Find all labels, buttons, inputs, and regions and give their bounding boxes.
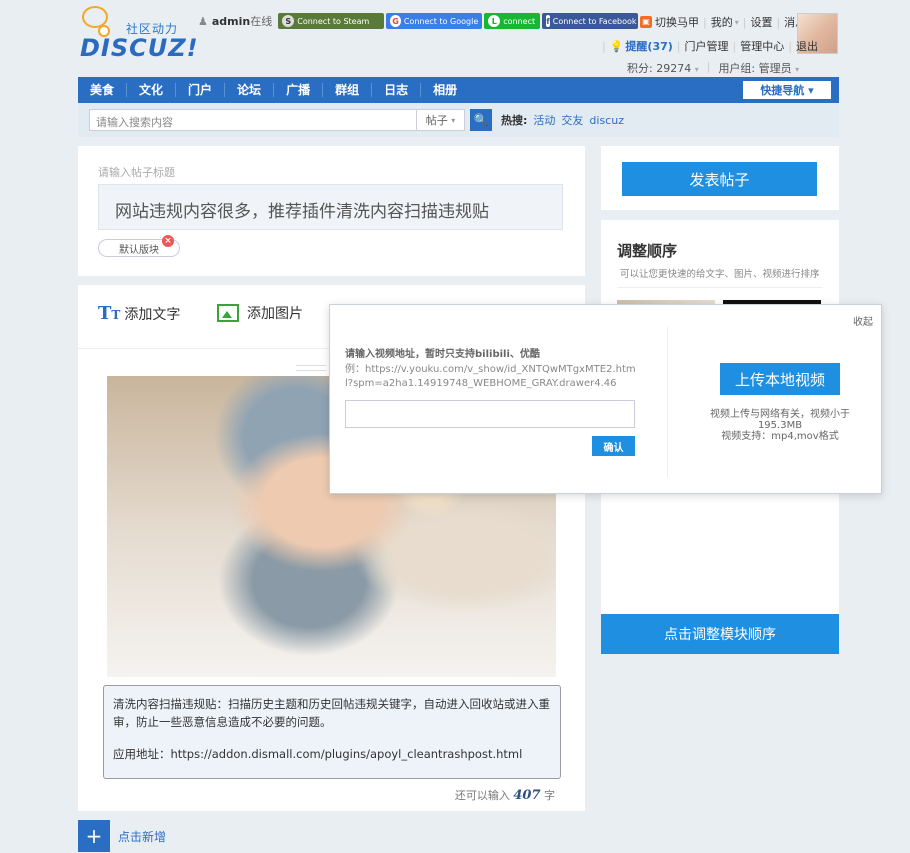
online-status: 在线 bbox=[250, 15, 273, 28]
logo-text: DISCUZ! bbox=[80, 34, 199, 62]
search-input[interactable]: 请输入搜索内容 bbox=[89, 109, 417, 131]
user-icon: ♟ bbox=[198, 14, 208, 28]
settings-link[interactable]: 设置 bbox=[750, 14, 772, 30]
plus-icon[interactable]: + bbox=[78, 820, 110, 852]
switch-account-icon: ▣ bbox=[640, 16, 652, 28]
adjust-order-button[interactable]: 点击调整模块顺序 bbox=[601, 614, 839, 654]
video-url-example: 例：https://v.youku.com/v_show/id_XNTQwMTg… bbox=[345, 364, 636, 389]
nav-item-culture[interactable]: 文化 bbox=[127, 83, 177, 97]
remind-link[interactable]: 提醒(37) bbox=[625, 38, 672, 54]
add-text-button[interactable]: TT 添加文字 bbox=[98, 303, 180, 324]
hot-link-friends[interactable]: 交友 bbox=[561, 112, 583, 128]
chevron-down-icon: ▾ bbox=[451, 115, 456, 125]
chevron-down-icon: ▾ bbox=[808, 83, 814, 97]
user-bar: ♟ admin 在线 S Connect to Steam G Connect to… bbox=[198, 12, 639, 30]
char-counter: 还可以输入 407 字 bbox=[454, 788, 555, 803]
title-input[interactable]: 网站违规内容很多，推荐插件清洗内容扫描违规贴 bbox=[98, 184, 563, 230]
title-label: 请输入帖子标题 bbox=[98, 166, 175, 179]
nav-item-album[interactable]: 相册 bbox=[421, 83, 469, 97]
logo-bubble-icon bbox=[82, 6, 110, 37]
portal-admin-link[interactable]: 门户管理 bbox=[685, 38, 729, 54]
title-panel: 请输入帖子标题 网站违规内容很多，推荐插件清洗内容扫描违规贴 默认版块 × bbox=[78, 146, 585, 276]
nav-item-forum[interactable]: 论坛 bbox=[225, 83, 275, 97]
description-line-1: 清洗内容扫描违规贴：扫描历史主题和历史回帖违规关键字，自动进入回收站或进入重审，… bbox=[113, 697, 550, 729]
hot-link-activity[interactable]: 活动 bbox=[533, 112, 555, 128]
post-panel: 发表帖子 bbox=[601, 146, 839, 210]
add-image-button[interactable]: 添加图片 bbox=[217, 303, 303, 323]
logout-link[interactable]: 退出 bbox=[796, 38, 818, 54]
video-url-label: 请输入视频地址，暂时只支持bilibili、优酷 bbox=[345, 349, 540, 360]
line-icon: L bbox=[488, 15, 501, 27]
discuz-logo[interactable]: 社区动力 DISCUZ! bbox=[78, 6, 198, 62]
hot-link-discuz[interactable]: discuz bbox=[589, 114, 624, 127]
my-menu-link[interactable]: 我的 bbox=[711, 14, 733, 30]
hot-search-label: 热搜: bbox=[501, 114, 528, 127]
add-new-block[interactable]: + 点击新增 bbox=[78, 820, 166, 852]
search-icon: 🔍 bbox=[473, 113, 489, 127]
usergroup-link[interactable]: 用户组: 管理员 ▾ bbox=[718, 60, 799, 76]
facebook-icon: f bbox=[546, 15, 550, 27]
nav-item-blog[interactable]: 日志 bbox=[372, 83, 422, 97]
divider bbox=[617, 287, 823, 288]
connect-line-button[interactable]: Lconnect bbox=[484, 13, 541, 29]
user-row-2: | 💡 提醒(37) | 门户管理 | 管理中心 | 退出 bbox=[602, 38, 818, 54]
connect-steam-button[interactable]: S Connect to Steam bbox=[278, 13, 385, 29]
image-icon bbox=[217, 304, 239, 322]
add-new-label[interactable]: 点击新增 bbox=[118, 828, 166, 845]
add-image-label: 添加图片 bbox=[247, 306, 303, 322]
video-url-input[interactable] bbox=[345, 400, 635, 428]
connect-google-button[interactable]: G Connect to Google bbox=[386, 13, 483, 29]
google-icon: G bbox=[390, 15, 401, 27]
description-textarea[interactable]: 清洗内容扫描违规贴：扫描历史主题和历史回帖违规关键字，自动进入回收站或进入重审，… bbox=[103, 685, 561, 779]
search-bar: 请输入搜索内容 帖子 ▾ 🔍 热搜: 活动 交友 discuz bbox=[78, 103, 839, 137]
add-text-label: 添加文字 bbox=[124, 306, 181, 323]
quick-nav-button[interactable]: 快捷导航 ▾ bbox=[743, 81, 831, 99]
video-popup: 收起 请输入视频地址，暂时只支持bilibili、优酷 例：https://v.… bbox=[329, 304, 882, 494]
chevron-down-icon: ▾ bbox=[734, 17, 739, 27]
switch-account-link[interactable]: 切换马甲 bbox=[655, 14, 699, 30]
collapse-link[interactable]: 收起 bbox=[853, 313, 873, 328]
publish-post-button[interactable]: 发表帖子 bbox=[622, 162, 817, 196]
steam-icon: S bbox=[282, 15, 295, 27]
order-title: 调整顺序 bbox=[617, 242, 678, 260]
nav-item-groups[interactable]: 群组 bbox=[323, 83, 373, 97]
nav-item-portal[interactable]: 门户 bbox=[176, 83, 226, 97]
main-nav: 美食 文化 门户 论坛 广播 群组 日志 相册 快捷导航 ▾ bbox=[78, 77, 839, 103]
order-subtitle: 可以让您更快速的给文字、图片、视频进行排序 bbox=[620, 269, 820, 280]
search-type-select[interactable]: 帖子 ▾ bbox=[417, 109, 465, 131]
admin-center-link[interactable]: 管理中心 bbox=[740, 38, 784, 54]
confirm-button[interactable]: 确认 bbox=[592, 436, 635, 456]
nav-item-broadcast[interactable]: 广播 bbox=[274, 83, 324, 97]
upload-local-video-button[interactable]: 上传本地视频 bbox=[720, 363, 840, 395]
connect-facebook-button[interactable]: f Connect to Facebook bbox=[542, 13, 639, 29]
remove-tag-icon[interactable]: × bbox=[162, 235, 174, 247]
top-links: ▣ 切换马甲 | 我的 ▾ | 设置 | 消息 bbox=[640, 14, 806, 30]
username-link[interactable]: admin bbox=[212, 15, 250, 28]
search-button[interactable]: 🔍 bbox=[470, 109, 492, 131]
bulb-icon: 💡 bbox=[609, 39, 624, 53]
divider bbox=[667, 327, 668, 477]
upload-format-hint: 视频支持：mp4,mov格式 bbox=[721, 431, 839, 442]
description-line-2: 应用地址：https://addon.dismall.com/plugins/a… bbox=[113, 747, 523, 761]
user-row-3: 积分: 29274 ▾ | 用户组: 管理员 ▾ bbox=[627, 60, 800, 76]
nav-item-food[interactable]: 美食 bbox=[78, 83, 128, 97]
credits-link[interactable]: 积分: 29274 ▾ bbox=[627, 60, 699, 76]
text-icon: TT bbox=[98, 303, 121, 324]
drag-handle[interactable] bbox=[296, 365, 326, 371]
